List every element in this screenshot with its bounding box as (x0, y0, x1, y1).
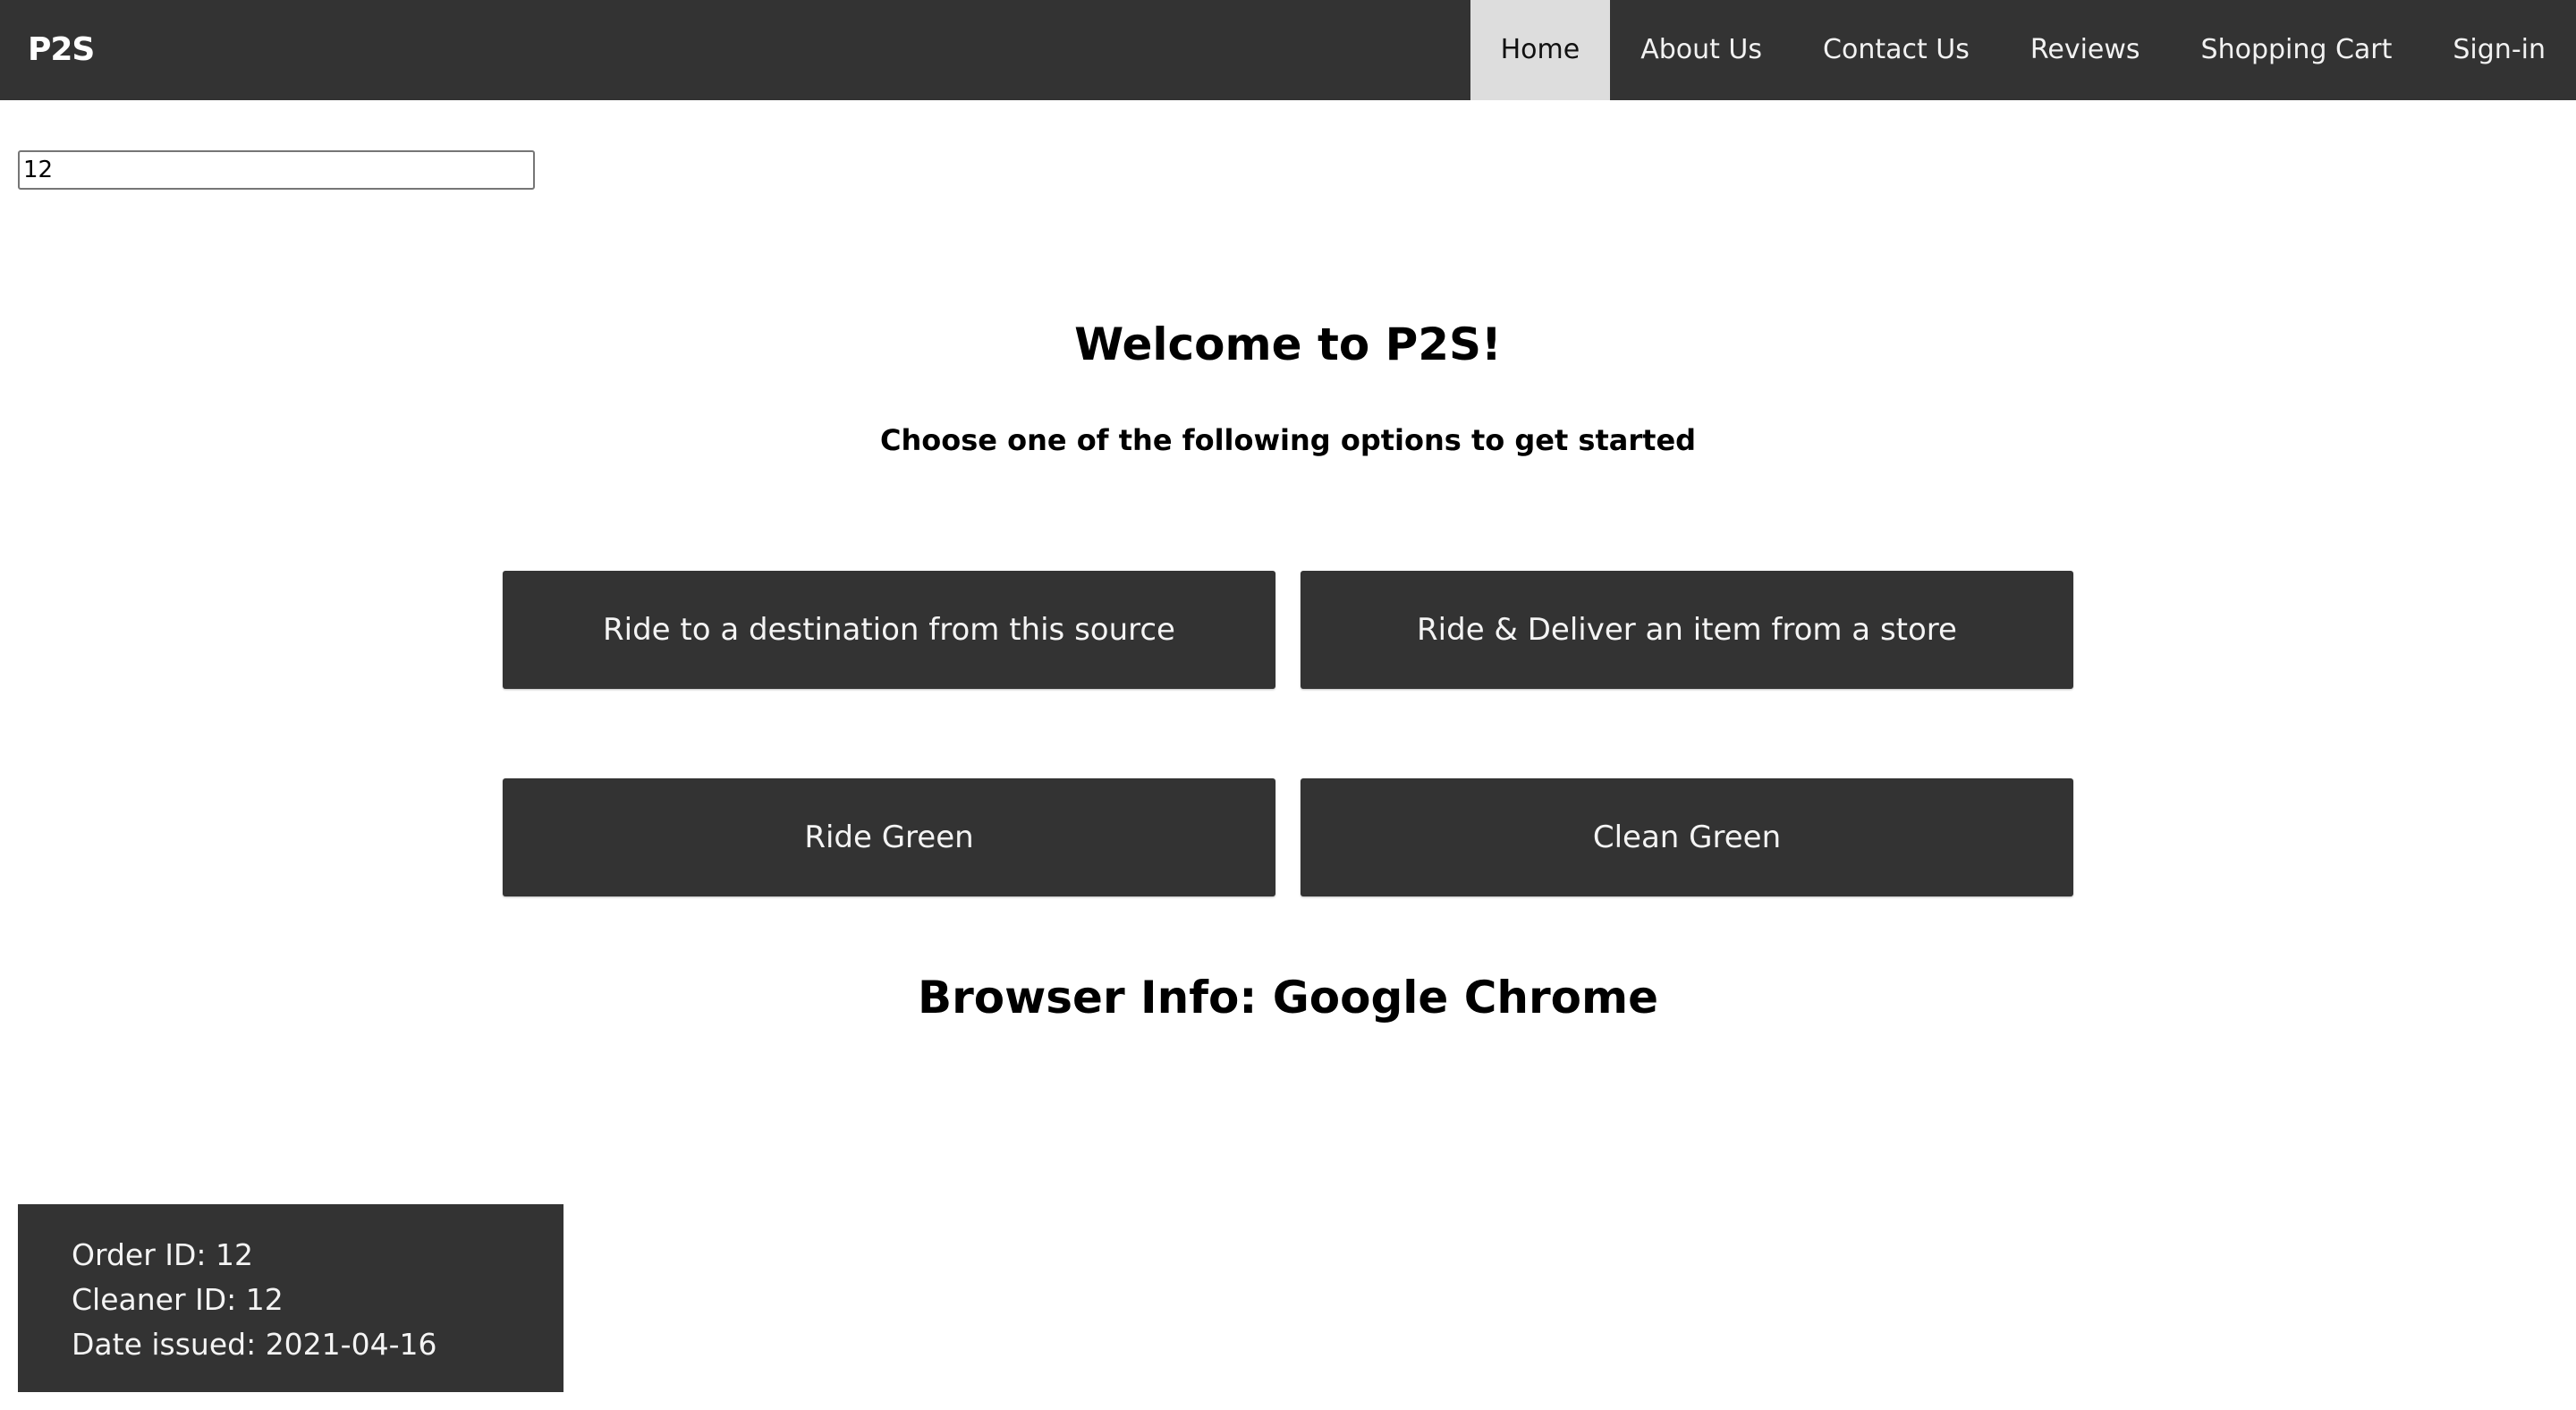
clean-green-button[interactable]: Clean Green (1301, 778, 2073, 896)
nav-about-us[interactable]: About Us (1610, 0, 1792, 100)
nav-home[interactable]: Home (1470, 0, 1611, 100)
ride-deliver-item-button[interactable]: Ride & Deliver an item from a store (1301, 571, 2073, 689)
top-navbar: P2S Home About Us Contact Us Reviews Sho… (0, 0, 2576, 100)
nav-reviews[interactable]: Reviews (2000, 0, 2171, 100)
page-subtitle: Choose one of the following options to g… (879, 423, 1697, 457)
date-issued: Date issued: 2021-04-16 (72, 1327, 437, 1362)
brand-logo[interactable]: P2S (28, 0, 95, 100)
order-id: Order ID: 12 (72, 1237, 254, 1272)
nav-shopping-cart[interactable]: Shopping Cart (2171, 0, 2423, 100)
order-info-panel: Order ID: 12 Cleaner ID: 12 Date issued:… (18, 1204, 564, 1392)
nav-sign-in[interactable]: Sign-in (2422, 0, 2576, 100)
browser-info: Browser Info: Google Chrome (917, 972, 1659, 1024)
cleaner-id: Cleaner ID: 12 (72, 1282, 284, 1317)
nav-contact-us[interactable]: Contact Us (1792, 0, 2000, 100)
ride-green-button[interactable]: Ride Green (503, 778, 1275, 896)
page-title: Welcome to P2S! (1074, 319, 1502, 370)
ride-to-destination-button[interactable]: Ride to a destination from this source (503, 571, 1275, 689)
search-input[interactable] (18, 150, 535, 190)
nav-links: Home About Us Contact Us Reviews Shoppin… (1470, 0, 2576, 100)
